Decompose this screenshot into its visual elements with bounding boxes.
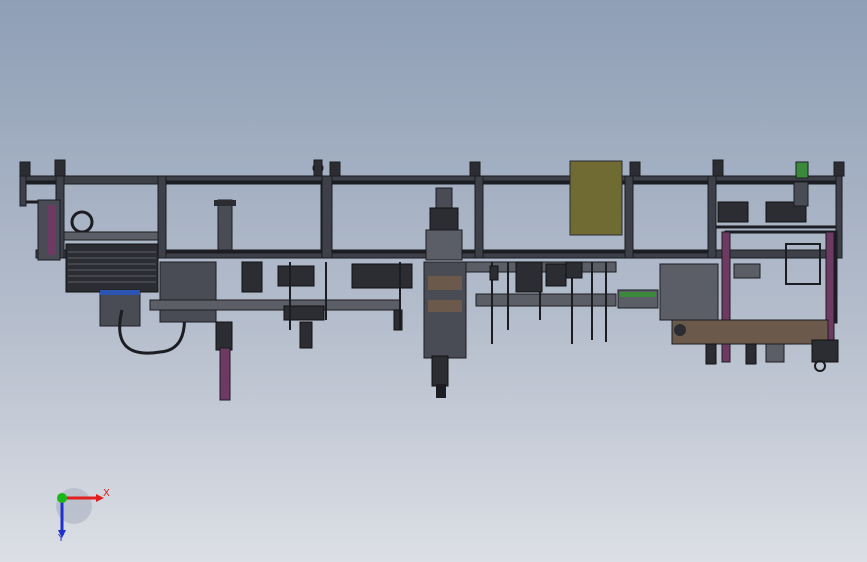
machine-assembly-view[interactable] xyxy=(0,0,867,562)
frame-bay-1 xyxy=(162,180,324,254)
z-axis-dot xyxy=(57,493,67,503)
frame-bay-4 xyxy=(630,180,712,254)
coordinate-triad xyxy=(56,488,104,538)
x-axis-label: X xyxy=(103,488,110,499)
cad-viewport[interactable]: X Y xyxy=(0,0,867,562)
right-center-module xyxy=(465,261,659,344)
left-center-module xyxy=(149,199,413,401)
right-module xyxy=(659,181,839,372)
y-axis-label: Y xyxy=(58,533,65,544)
control-box xyxy=(569,160,623,236)
frame-bay-0 xyxy=(22,180,62,204)
center-module xyxy=(423,187,467,398)
